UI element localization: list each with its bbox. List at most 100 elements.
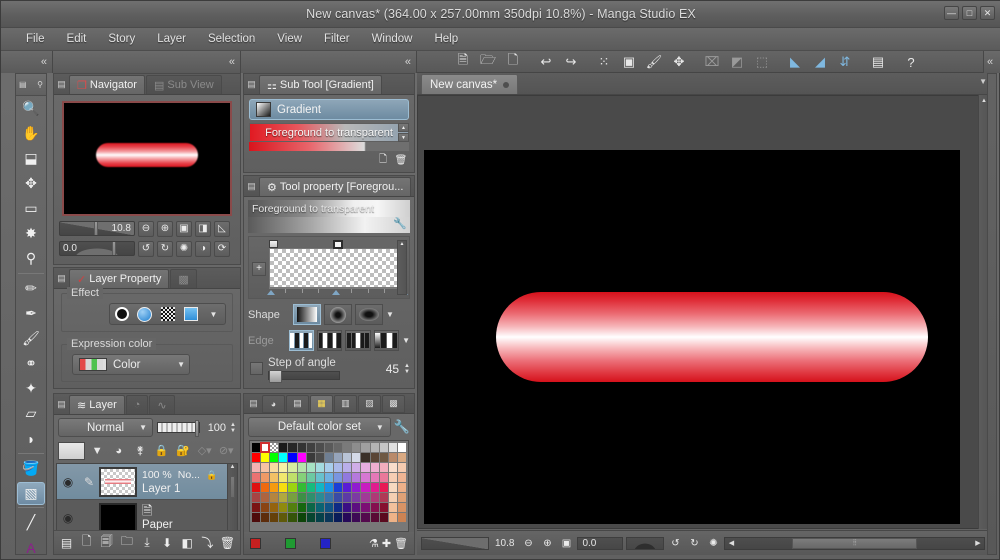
color-swatch[interactable] [315,483,324,492]
color-swatch[interactable] [352,443,361,452]
color-swatch[interactable] [352,483,361,492]
color-swatch[interactable] [306,483,315,492]
rotate-left-icon[interactable]: ↺ [138,240,154,257]
color-swatch[interactable] [306,463,315,472]
open-file-icon[interactable]: 🗁 [476,52,500,73]
marquee-select-tool[interactable]: ▭ [16,196,46,221]
panel-menu-icon[interactable]: ▤ [54,395,69,414]
color-swatch[interactable] [388,443,397,452]
color-swatch[interactable] [352,493,361,502]
tab-animation[interactable]: ◔ [125,395,149,414]
color-swatch[interactable] [370,503,379,512]
menu-item-file[interactable]: File [15,30,56,48]
new-raster-layer-icon[interactable]: 🗋 [77,533,96,553]
color-swatch[interactable] [334,493,343,502]
color-swatch[interactable] [288,513,297,522]
layer-color-caret-icon[interactable]: ▼ [87,441,107,460]
panel-menu-icon[interactable]: ▤ [54,75,69,94]
color-swatch[interactable] [297,483,306,492]
color-swatch[interactable] [352,513,361,522]
color-swatch[interactable] [261,463,270,472]
color-swatch[interactable] [297,493,306,502]
color-swatch[interactable] [388,463,397,472]
color-swatch[interactable] [343,473,352,482]
save-file-icon[interactable]: 🗋 [501,52,525,73]
layer-palette-icon[interactable]: ▤ [57,533,76,553]
mask-enable-icon[interactable]: ◇▾ [195,441,215,460]
color-swatch[interactable] [370,443,379,452]
color-swatch[interactable] [288,493,297,502]
menu-item-selection[interactable]: Selection [197,30,266,48]
color-swatch[interactable] [270,513,279,522]
select-scatter-icon[interactable]: ⁙ [592,52,616,73]
color-swatch[interactable] [261,503,270,512]
scroll-right-icon[interactable]: ▶ [972,539,984,547]
color-swatch[interactable] [288,463,297,472]
color-swatch[interactable] [261,483,270,492]
recent-color-swatch[interactable] [320,537,331,549]
color-swatch[interactable] [388,493,397,502]
gradient-stop-selected[interactable] [333,240,344,249]
color-swatch[interactable] [370,483,379,492]
color-swatch[interactable] [343,493,352,502]
collapse-bar-left[interactable]: « [1,51,53,73]
page-manage-icon[interactable]: ▤ [866,52,890,73]
tool-property-scrollbar[interactable]: ▲ [397,240,407,295]
tab-sub-view[interactable]: ▤ Sub View [145,75,222,94]
text-tool[interactable]: A [16,535,46,560]
step-of-angle-stepper[interactable]: ▲ ▼ [404,363,410,375]
color-swatch[interactable] [361,453,370,462]
airbrush-tool[interactable]: ⚭ [16,351,46,376]
color-swatch[interactable] [324,443,334,452]
color-swatch[interactable] [324,483,334,492]
table-row[interactable]: ◉ ✎ 100 % No... 🔒 Layer 1 [57,464,237,500]
eraser-tool[interactable]: ▱ [16,401,46,426]
pencil-tool[interactable]: ✏ [16,276,46,301]
color-swatch[interactable] [306,513,315,522]
reset-rotation-icon[interactable]: ✺ [705,535,721,551]
color-swatch[interactable] [288,453,297,462]
shape-linear-button[interactable] [293,304,321,325]
color-swatch[interactable] [343,513,352,522]
color-swatch[interactable] [334,443,343,452]
lock-layer-icon[interactable]: 🔒 [152,441,172,460]
fit-screen-icon[interactable]: ▣ [558,535,574,551]
color-swatch[interactable] [261,493,270,502]
rotate-right-icon[interactable]: ↻ [157,240,173,257]
color-swatch[interactable] [379,443,388,452]
color-swatch[interactable] [315,513,324,522]
delete-layer-icon[interactable]: 🗑 [218,533,237,553]
figure-line-tool[interactable]: ╱ [16,510,46,535]
layer-list[interactable]: ◉ ✎ 100 % No... 🔒 Layer 1 ◉ 🗎 Paper ▲ [56,463,238,537]
layer-visibility-icon[interactable]: ◉ [57,475,79,489]
color-swatch[interactable] [270,453,279,462]
color-swatch[interactable] [315,443,324,452]
color-swatch[interactable] [397,473,406,482]
color-swatch[interactable] [352,463,361,472]
edge-clip-button[interactable] [373,330,400,351]
zoom-out-icon[interactable]: ⊖ [138,220,154,237]
status-zoom-slider[interactable] [421,536,489,550]
tab-layer[interactable]: ≋ Layer [69,395,125,414]
angle-snap-icon[interactable]: ◢ [808,52,832,73]
scrollbar-thumb[interactable]: ⦙⦙ [792,537,918,549]
layer-edit-icon[interactable]: ✎ [79,475,99,489]
tab-scroll-icon[interactable]: ▼ [979,77,987,86]
tool-palette-header[interactable]: ▤ ⚲ [16,74,46,96]
fill-icon[interactable]: 🖌 [642,52,666,73]
color-swatch[interactable] [397,463,406,472]
color-swatch[interactable] [279,493,288,502]
color-swatch[interactable] [252,503,261,512]
color-swatch[interactable] [279,483,288,492]
wrench-icon[interactable]: 🔧 [393,217,407,230]
gradient-stops[interactable] [269,240,406,249]
effect-texture-icon[interactable] [156,304,179,324]
gradient-ruler[interactable] [267,288,408,295]
color-swatch[interactable] [361,463,370,472]
new-folder-icon[interactable]: 🗀 [117,533,136,553]
zoom-out-icon[interactable]: ⊖ [520,535,536,551]
sub-tool-group-gradient[interactable]: Gradient [249,99,409,120]
color-swatch[interactable] [297,443,306,452]
tab-layer-property[interactable]: ✓ Layer Property [69,269,170,288]
color-swatch[interactable] [252,463,261,472]
